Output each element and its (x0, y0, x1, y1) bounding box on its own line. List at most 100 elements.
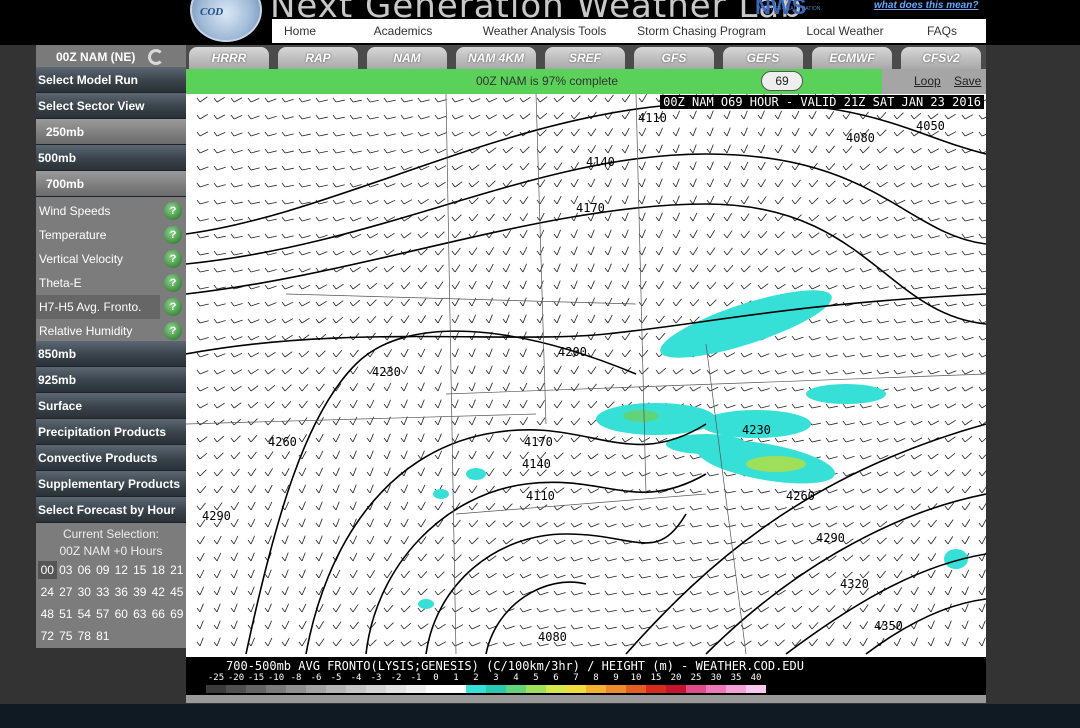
forecast-hour-39[interactable]: 39 (131, 583, 150, 601)
section-supplementary-products[interactable]: Supplementary Products (36, 471, 186, 497)
forecast-hour-78[interactable]: 78 (75, 627, 94, 645)
help-icon[interactable]: ? (164, 202, 182, 220)
wind-barb (437, 181, 446, 188)
forecast-hour-33[interactable]: 33 (94, 583, 113, 601)
wind-barb-flag (332, 284, 337, 290)
nav-home[interactable]: Home (272, 19, 328, 43)
forecast-hour-75[interactable]: 75 (57, 627, 76, 645)
wind-barb (743, 607, 753, 613)
wind-barb (947, 436, 956, 443)
wind-barb-flag (859, 590, 864, 596)
wind-barb (964, 166, 974, 171)
wind-barb (216, 132, 226, 137)
wind-barb (318, 535, 323, 545)
tab-rap[interactable]: RAP (278, 47, 358, 69)
tab-nam[interactable]: NAM (367, 47, 447, 69)
forecast-hour-09[interactable]: 09 (94, 561, 113, 579)
level-850mb[interactable]: 850mb (36, 341, 186, 367)
section-convective-products[interactable]: Convective Products (36, 445, 186, 471)
nav-storm-chasing-program[interactable]: Storm Chasing Program (611, 19, 792, 43)
forecast-hour-42[interactable]: 42 (149, 583, 168, 601)
forecast-hour-18[interactable]: 18 (149, 561, 168, 579)
forecast-hour-48[interactable]: 48 (38, 605, 57, 623)
level-250mb[interactable]: 250mb (36, 119, 186, 145)
select-sector-view[interactable]: Select Sector View (36, 93, 186, 119)
nav-academics[interactable]: Academics (328, 19, 478, 43)
loop-link[interactable]: Loop (914, 69, 941, 94)
product-vertical-velocity[interactable]: Vertical Velocity ? (36, 247, 186, 271)
wind-barb-flag (978, 420, 983, 426)
tab-ecmwf[interactable]: ECMWF (812, 47, 892, 69)
wind-barb (539, 96, 548, 103)
wind-barb-flag (944, 454, 949, 460)
wind-barb-flag (502, 539, 507, 545)
wind-barb (964, 419, 973, 426)
wind-barb (437, 231, 445, 239)
forecast-hour-63[interactable]: 63 (131, 605, 150, 623)
tab-hrrr[interactable]: HRRR (189, 47, 269, 69)
forecast-hour-51[interactable]: 51 (57, 605, 76, 623)
refresh-icon[interactable] (148, 49, 164, 65)
forecast-hour-30[interactable]: 30 (75, 583, 94, 601)
product-h7-h5-avg-fronto[interactable]: H7-H5 Avg. Fronto. (36, 295, 160, 319)
product-temperature[interactable]: Temperature ? (36, 223, 186, 247)
forecast-hour-81[interactable]: 81 (94, 627, 113, 645)
wind-barb-flag (587, 624, 592, 630)
wind-barb (539, 539, 549, 545)
save-link[interactable]: Save (954, 69, 981, 94)
level-700mb[interactable]: 700mb (36, 171, 186, 197)
forecast-hour-27[interactable]: 27 (57, 583, 76, 601)
forecast-hour-57[interactable]: 57 (94, 605, 113, 623)
product-wind-speeds[interactable]: Wind Speeds ? (36, 199, 186, 223)
forecast-hour-15[interactable]: 15 (131, 561, 150, 579)
wind-barb-flag (400, 131, 405, 137)
wind-barb (726, 161, 732, 171)
forecast-hour-03[interactable]: 03 (57, 561, 76, 579)
wind-barb-flag (383, 97, 388, 103)
wind-barb-flag (281, 590, 286, 596)
wind-barb (743, 265, 751, 273)
wind-barb (930, 286, 940, 290)
tab-gefs[interactable]: GEFS (723, 47, 803, 69)
forecast-hour-06[interactable]: 06 (75, 561, 94, 579)
help-icon[interactable]: ? (164, 250, 182, 268)
wind-barb (250, 603, 255, 613)
tab-cfsv2[interactable]: CFSv2 (901, 47, 981, 69)
wind-barb (590, 540, 600, 545)
forecast-hour-21[interactable]: 21 (168, 561, 187, 579)
forecast-hour-24[interactable]: 24 (38, 583, 57, 601)
help-icon[interactable]: ? (164, 298, 182, 316)
tab-nam-4km[interactable]: NAM 4KM (456, 47, 536, 69)
nav-local-weather[interactable]: Local Weather (792, 19, 898, 43)
tab-sref[interactable]: SREF (545, 47, 625, 69)
wind-barb-flag (247, 318, 252, 324)
nav-weather-analysis-tools[interactable]: Weather Analysis Tools (478, 19, 611, 43)
forecast-hour-indicator[interactable]: 69 (761, 71, 803, 91)
forecast-hour-45[interactable]: 45 (168, 583, 187, 601)
forecast-hour-66[interactable]: 66 (149, 605, 168, 623)
section-surface[interactable]: Surface (36, 393, 186, 419)
product-relative-humidity[interactable]: Relative Humidity ? (36, 319, 186, 343)
tab-gfs[interactable]: GFS (634, 47, 714, 69)
forecast-hour-69[interactable]: 69 (168, 605, 187, 623)
forecast-hour-00[interactable]: 00 (38, 561, 57, 579)
product-theta-e[interactable]: Theta-E ? (36, 271, 186, 295)
level-500mb[interactable]: 500mb (36, 145, 186, 171)
section-precipitation-products[interactable]: Precipitation Products (36, 419, 186, 445)
what-does-this-mean-link[interactable]: what does this mean? (874, 0, 978, 11)
wind-barb (522, 521, 531, 528)
select-model-run[interactable]: Select Model Run (36, 67, 186, 93)
nav-faqs[interactable]: FAQs (898, 19, 986, 43)
select-forecast-by-hour[interactable]: Select Forecast by Hour (36, 497, 186, 523)
help-icon[interactable]: ? (164, 226, 182, 244)
forecast-hour-36[interactable]: 36 (112, 583, 131, 601)
forecast-hour-54[interactable]: 54 (75, 605, 94, 623)
forecast-hour-60[interactable]: 60 (112, 605, 131, 623)
level-925mb[interactable]: 925mb (36, 367, 186, 393)
forecast-hour-72[interactable]: 72 (38, 627, 57, 645)
forecast-hour-12[interactable]: 12 (112, 561, 131, 579)
wind-barb (811, 589, 820, 596)
help-icon[interactable]: ? (164, 274, 182, 292)
help-icon[interactable]: ? (164, 322, 182, 340)
wind-barb-flag (349, 318, 354, 324)
